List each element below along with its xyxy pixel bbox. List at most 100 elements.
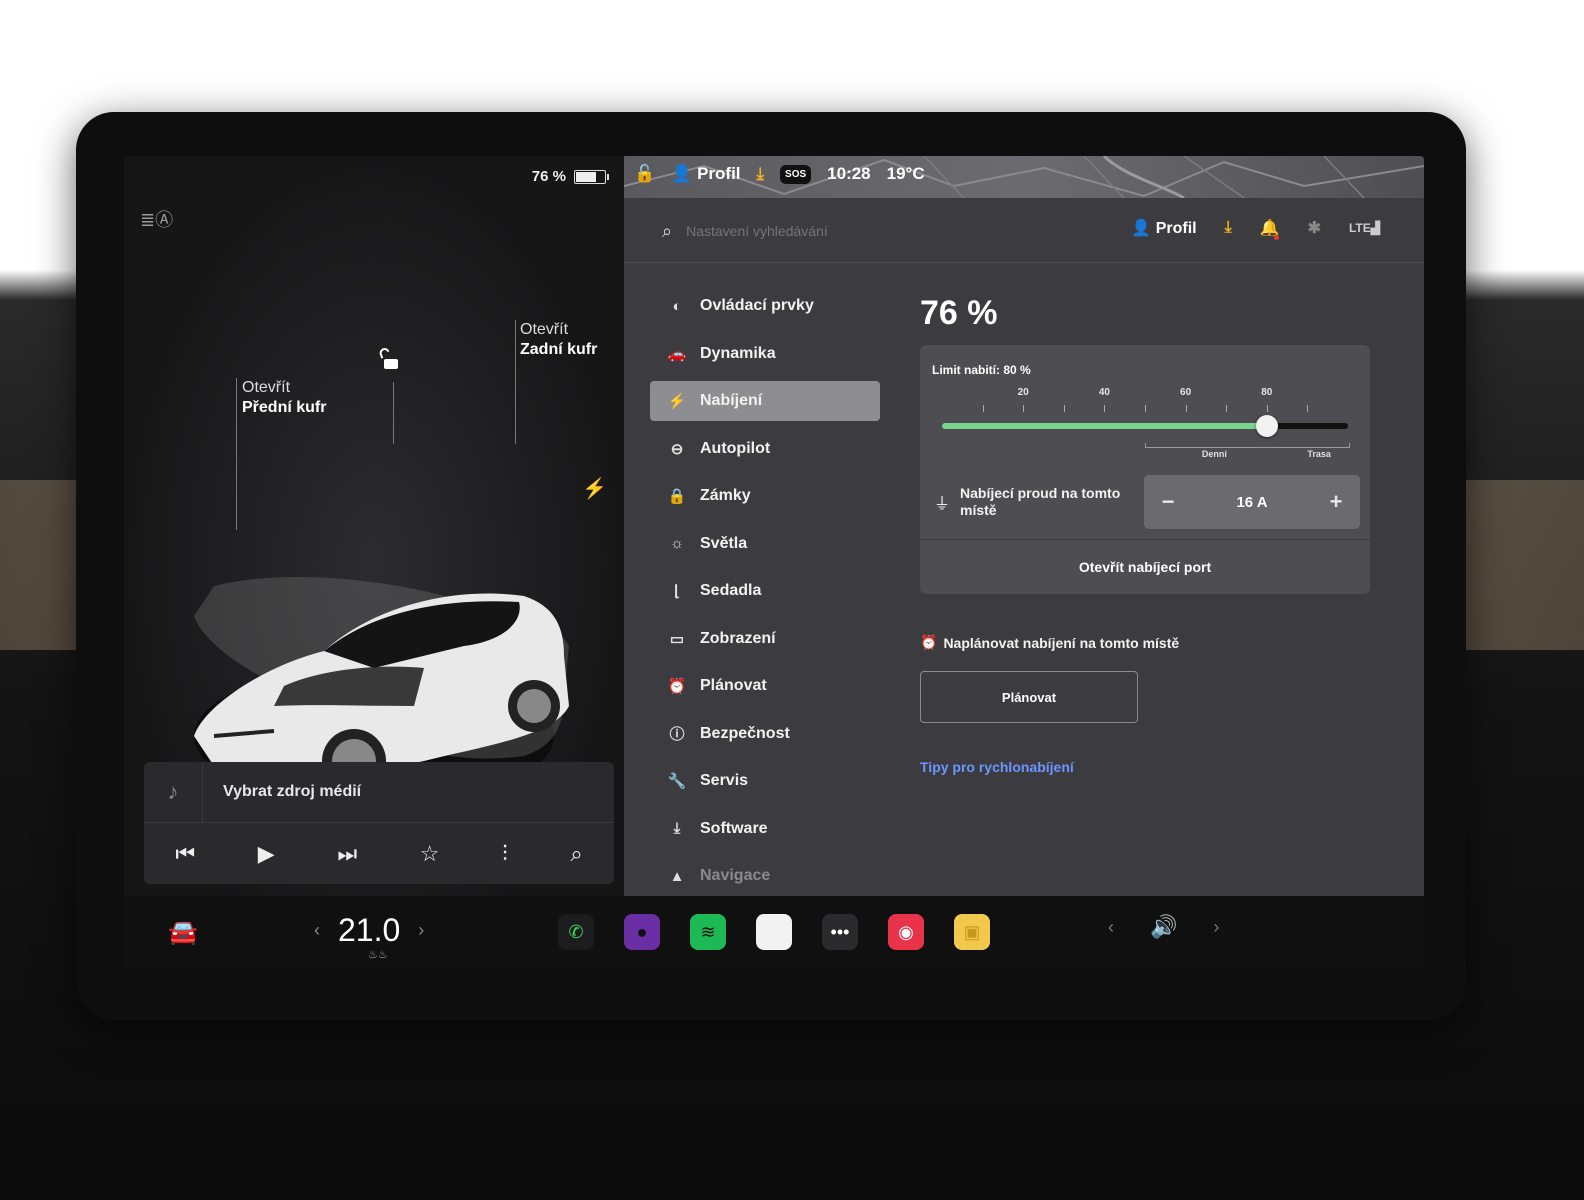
media-controls: ⏮ ▶ ⏭ ☆ ⫶ ⌕ — [144, 823, 614, 885]
wrench-icon: 🔧 — [667, 773, 687, 790]
profile-button-label: Profil — [1155, 220, 1197, 237]
range-trip-label: Trasa — [1307, 449, 1331, 459]
charge-limit-card: Limit nabití: 80 % 20 40 60 80 Denní Trasa … — [920, 345, 1370, 594]
schedule-charging-heading: ⏰ Naplánovat nabíjení na tomto místě — [920, 634, 1380, 651]
media-app[interactable]: ◉ — [888, 914, 924, 950]
fast-charging-tips-link[interactable]: Tipy pro rychlonabíjení — [920, 759, 1380, 775]
map-strip[interactable]: 🔓 👤 Profil ⤓ SOS 10:28 19°C — [624, 156, 1424, 198]
settings-search-input[interactable] — [684, 222, 1049, 240]
front-trunk-action: Otevřít — [242, 379, 291, 396]
profile-icon[interactable]: 👤 Profil — [671, 164, 740, 184]
lte-signal-icon: LTE▟ — [1348, 221, 1380, 235]
favorite-icon[interactable]: ☆ — [420, 841, 440, 867]
rear-trunk-button[interactable]: Otevřít Zadní kufr — [520, 320, 597, 360]
tick-mark — [1023, 405, 1025, 412]
tick-mark — [1145, 405, 1146, 412]
media-source-label: Vybrat zdroj médií — [223, 783, 362, 800]
charging-panel: 76 % Limit nabití: 80 % 20 40 60 80 Denní T… — [920, 286, 1380, 775]
rear-trunk-label: Zadní kufr — [520, 341, 598, 358]
menu-item-7[interactable]: ▭ Zobrazení — [650, 619, 880, 659]
charge-current-label: Nabíjecí proud na tomto místě — [960, 485, 1121, 518]
temp-increase-icon[interactable]: › — [418, 920, 424, 941]
tick-label: 20 — [1017, 387, 1029, 398]
next-icon[interactable]: ⏭ — [337, 841, 357, 867]
menu-item-5[interactable]: ☼ Světla — [650, 524, 880, 564]
slider-handle[interactable] — [1255, 415, 1278, 437]
car-icon[interactable]: 🚘 — [168, 918, 198, 947]
previous-icon[interactable]: ⏮ — [175, 841, 195, 867]
tick-mark — [982, 405, 984, 412]
increase-current-button[interactable]: + — [1322, 489, 1350, 515]
menu-item-label: Zámky — [700, 487, 751, 504]
search-icon[interactable]: ⌕ — [570, 841, 582, 867]
menu-item-8[interactable]: ⏰ Plánovat — [650, 666, 880, 706]
app-launcher: ✆ ● ≋ ••• ◉ ▣ — [558, 914, 990, 950]
menu-item-4[interactable]: 🔒 Zámky — [650, 476, 880, 516]
info-circle-icon: ⓘ — [669, 726, 685, 743]
music-note-icon: ♪ — [144, 762, 203, 822]
menu-item-0[interactable]: ◐ Ovládací prvky — [650, 286, 880, 326]
charge-current-stepper: − 16 A + — [1144, 475, 1361, 529]
toybox-app[interactable]: ▣ — [954, 914, 990, 950]
decrease-current-button[interactable]: − — [1154, 489, 1182, 515]
clock: 10:28 — [827, 164, 871, 183]
menu-item-11[interactable]: ⤓ Software — [650, 809, 880, 849]
menu-item-1[interactable]: 🚗 Dynamika — [650, 334, 880, 374]
menu-item-2[interactable]: ⚡ Nabíjení — [650, 381, 880, 421]
sun-icon: ☼ — [670, 535, 684, 552]
menu-item-label: Světla — [700, 534, 748, 552]
menu-item-10[interactable]: 🔧 Servis — [650, 761, 880, 801]
lock-status-icon[interactable]: 🔓 — [634, 164, 655, 184]
top-status: 🔓 👤 Profil ⤓ SOS 10:28 19°C — [634, 164, 925, 184]
auto-headlight-icon[interactable]: ≣Ⓐ — [140, 206, 173, 232]
slider-track[interactable] — [942, 415, 1348, 437]
notes-app[interactable] — [756, 914, 792, 950]
sos-button[interactable]: SOS — [780, 164, 812, 184]
battery-icon — [574, 169, 609, 184]
camera-app[interactable]: ● — [624, 914, 660, 950]
daily-range-bracket — [1145, 443, 1350, 448]
settings-menu: ◐ Ovládací prvky 🚗 Dynamika ⚡ Nabíjení ⊖ Autopi… — [650, 286, 880, 904]
schedule-button[interactable]: Plánovat — [920, 671, 1138, 723]
media-source-row[interactable]: ♪ Vybrat zdroj médií — [144, 762, 614, 823]
download-icon[interactable]: ⤓ — [1225, 219, 1232, 237]
bell-icon[interactable]: 🔔 — [1260, 218, 1280, 240]
menu-item-3[interactable]: ⊖ Autopilot — [650, 429, 880, 469]
tick-mark — [1266, 405, 1268, 412]
climate-control: ‹ 21.0 › ♨♨ — [314, 912, 424, 961]
charge-limit-slider[interactable]: 20 40 60 80 Denní Trasa — [920, 377, 1370, 465]
more-apps[interactable]: ••• — [822, 914, 858, 950]
equalizer-icon[interactable]: ⫶ — [502, 841, 508, 867]
menu-item-12[interactable]: ▲ Navigace — [650, 856, 880, 896]
speaker-icon[interactable]: 🔊 — [1150, 914, 1177, 940]
charge-limit-label: Limit nabití: 80 % — [932, 363, 1031, 377]
plug-icon: ⏚ — [934, 496, 951, 513]
volume-up-icon[interactable]: › — [1213, 917, 1219, 938]
menu-item-label: Bezpečnost — [700, 724, 790, 742]
seat-heater-icon[interactable]: ♨♨ — [368, 948, 388, 961]
menu-item-9[interactable]: ⓘ Bezpečnost — [650, 714, 880, 754]
tick-label: 40 — [1098, 387, 1110, 398]
play-icon[interactable]: ▶ — [258, 841, 275, 867]
menu-item-label: Zobrazení — [700, 629, 776, 647]
tick-mark — [1104, 405, 1106, 412]
alarm-clock-icon: ⏰ — [920, 634, 938, 650]
download-icon[interactable]: ⤓ — [757, 164, 765, 184]
media-player: ♪ Vybrat zdroj médií ⏮ ▶ ⏭ ☆ ⫶ ⌕ — [144, 762, 614, 884]
phone-app[interactable]: ✆ — [558, 914, 594, 950]
spotify-app[interactable]: ≋ — [690, 914, 726, 950]
temp-decrease-icon[interactable]: ‹ — [314, 920, 320, 941]
cabin-temperature[interactable]: 21.0 — [338, 912, 400, 949]
display-icon: ▭ — [669, 630, 685, 648]
menu-item-6[interactable]: ⌊ Sedadla — [650, 571, 880, 611]
menu-item-label: Autopilot — [700, 439, 771, 457]
profile-button[interactable]: 👤 Profil — [1131, 218, 1196, 238]
unlock-icon[interactable] — [379, 348, 403, 377]
bluetooth-icon[interactable]: ✱ — [1308, 218, 1321, 238]
steering-wheel-icon: ⊖ — [670, 440, 684, 458]
settings-search-bar: ⌕ 👤 Profil ⤓ 🔔 ✱ LTE▟ — [624, 200, 1424, 263]
volume-down-icon[interactable]: ‹ — [1108, 917, 1114, 938]
battery-percent-large: 76 % — [920, 294, 998, 332]
open-charge-port-button[interactable]: Otevřít nabíjecí port — [920, 539, 1370, 594]
menu-item-label: Servis — [700, 772, 749, 789]
